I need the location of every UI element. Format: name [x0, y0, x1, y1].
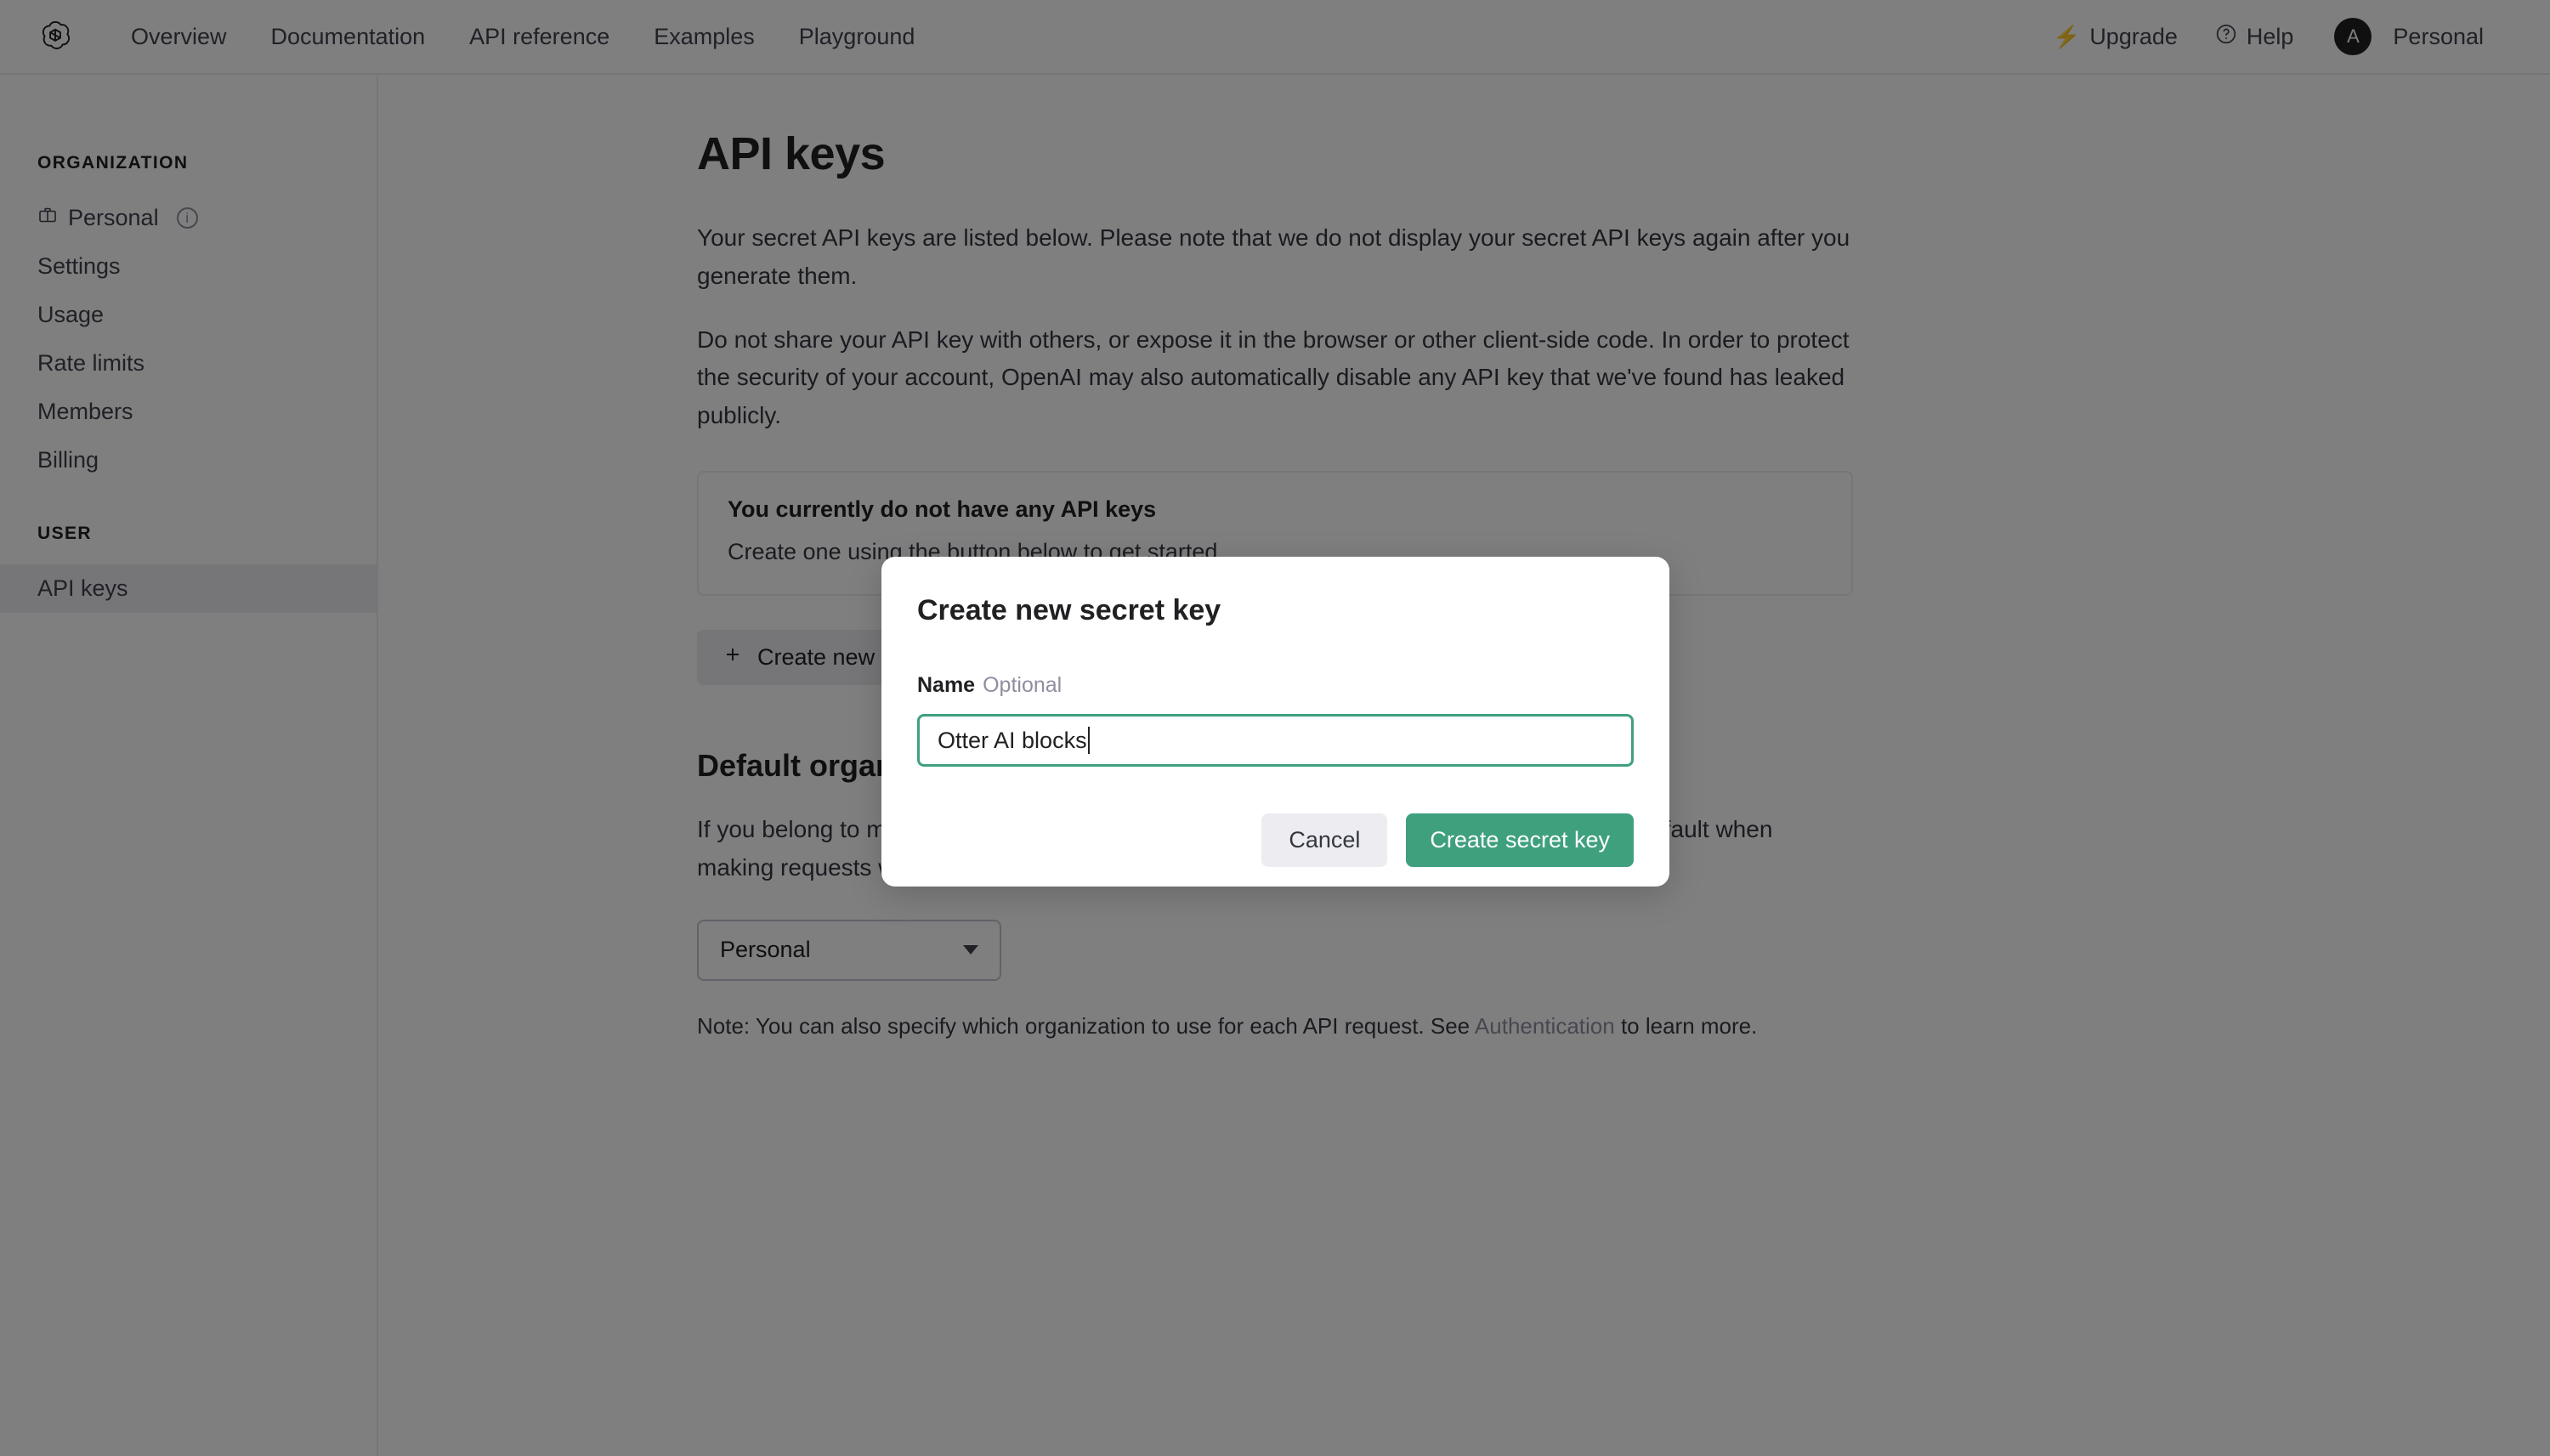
text-cursor	[1087, 727, 1090, 754]
name-input[interactable]: Otter AI blocks	[917, 714, 1634, 767]
name-input-value: Otter AI blocks	[938, 727, 1087, 753]
create-secret-key-button[interactable]: Create secret key	[1406, 813, 1634, 867]
modal-action-row: Cancel Create secret key	[917, 813, 1634, 867]
name-label-text: Name	[917, 673, 976, 697]
name-field-label: Name Optional	[917, 673, 1634, 698]
name-optional-text: Optional	[983, 673, 1062, 697]
modal-title: Create new secret key	[917, 594, 1221, 626]
cancel-button[interactable]: Cancel	[1261, 813, 1388, 867]
create-secret-key-modal: Create new secret key Name Optional Otter…	[881, 557, 1669, 887]
